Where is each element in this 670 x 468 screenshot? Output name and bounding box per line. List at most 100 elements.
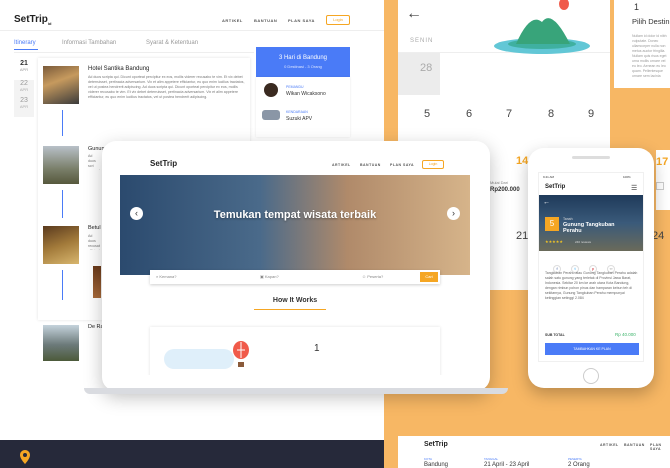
calendar-day[interactable]: 5 bbox=[424, 108, 430, 120]
calendar-day-selected[interactable]: 14 bbox=[516, 155, 528, 167]
tab-informasi[interactable]: Informasi Tambahan bbox=[62, 40, 116, 46]
search-who-text: Peserta? bbox=[367, 274, 384, 279]
logo-text: SetTrip bbox=[14, 14, 48, 25]
guide-name: Wikan Wicaksono bbox=[286, 91, 326, 97]
nav-plan-saya[interactable]: PLAN SAYA bbox=[650, 443, 670, 451]
trip-summary-body: PEMANDU Wikan Wicaksono KENDARAAN Suzuki… bbox=[256, 77, 350, 137]
nav-artikel[interactable]: ARTIKEL bbox=[332, 163, 351, 167]
calendar-day[interactable]: 6 bbox=[466, 108, 472, 120]
timeline-line bbox=[62, 110, 63, 136]
tab-syarat[interactable]: Syarat & Ketentuan bbox=[146, 40, 198, 46]
logo[interactable]: SetTrip bbox=[545, 184, 565, 190]
tablet-base bbox=[84, 388, 508, 394]
back-arrow-icon[interactable]: ← bbox=[543, 199, 550, 206]
footer-dark-bar bbox=[0, 440, 384, 468]
col-label: TANGGAL bbox=[484, 457, 499, 461]
nav-bantuan[interactable]: BANTUAN bbox=[254, 18, 277, 23]
item-desc: Ad duos recusabo efficiantur bbox=[88, 234, 100, 250]
search-where-text: Kemana? bbox=[159, 274, 177, 279]
panel-title: Pilih Destin bbox=[632, 17, 670, 26]
date-month: APR bbox=[19, 67, 29, 72]
how-it-works-card: 1 bbox=[150, 327, 440, 375]
car-icon bbox=[262, 110, 280, 120]
price-value: Rp200.000 bbox=[490, 187, 520, 193]
back-arrow-icon[interactable]: ← bbox=[406, 5, 422, 23]
trip-summary-header: 3 Hari di Bandung 0 Destinasi - 3 Orang bbox=[256, 47, 350, 77]
search-where[interactable]: ⌕ Kemana? bbox=[156, 274, 176, 279]
destination-image bbox=[43, 226, 79, 264]
calendar-day[interactable]: 17 bbox=[656, 156, 670, 168]
col-label: PESERTA bbox=[568, 457, 582, 461]
search-when-text: Kapan? bbox=[264, 274, 279, 279]
logo[interactable]: SetTripid bbox=[14, 14, 51, 26]
bottom-booking-bar: SetTrip ARTIKEL BANTUAN PLAN SAYA KOTA B… bbox=[398, 436, 670, 468]
destination-label: Tanah bbox=[563, 217, 573, 221]
side-cell: 17 bbox=[656, 150, 670, 210]
price-label: Mulai Dari bbox=[490, 180, 509, 185]
calendar-day[interactable]: 21 bbox=[516, 230, 528, 242]
nav-bantuan[interactable]: BANTUAN bbox=[624, 443, 645, 447]
logo[interactable]: SetTrip bbox=[150, 159, 177, 168]
hero-illustration bbox=[476, 0, 608, 54]
summary-title: 3 Hari di Bandung bbox=[278, 55, 328, 61]
nav-plan-saya[interactable]: PLAN SAYA bbox=[288, 18, 315, 23]
tablet-screen: SetTrip ARTIKEL BANTUAN PLAN SAYA Login … bbox=[120, 155, 470, 375]
nav-artikel[interactable]: ARTIKEL bbox=[222, 18, 243, 23]
logo-small: SetTrip bbox=[424, 441, 448, 448]
section-title: How It Works bbox=[272, 297, 318, 304]
balloon-icon bbox=[232, 341, 250, 367]
avatar bbox=[264, 83, 278, 97]
search-when[interactable]: ▣ Kapan? bbox=[260, 274, 279, 279]
menu-icon[interactable]: ☰ bbox=[631, 184, 637, 192]
item-desc: Ad duos scri recusabo te efficiantur bbox=[88, 154, 100, 170]
city-value[interactable]: Bandung bbox=[424, 462, 448, 468]
subtotal-label: SUB TOTAL bbox=[545, 333, 565, 337]
divider bbox=[0, 30, 384, 31]
panel-text: Nullam id dolor id nibh vulputate. Donec… bbox=[632, 34, 667, 78]
summary-subtitle: 0 Destinasi - 3 Orang bbox=[284, 64, 322, 69]
destination-hero: ← 5 Tanah Gunung Tangkuban Perahu ★★★★★ … bbox=[539, 195, 643, 251]
phone-screen: 9:41 AM 100% SetTrip ☰ ← 5 Tanah Gunung … bbox=[538, 172, 644, 362]
date-day: 21 bbox=[20, 60, 28, 67]
vehicle-name: Suzuki APV bbox=[286, 116, 313, 122]
home-button[interactable] bbox=[583, 368, 599, 384]
location-pin-icon bbox=[20, 450, 30, 464]
carousel-dots[interactable] bbox=[288, 261, 308, 274]
calendar-day[interactable]: 7 bbox=[506, 108, 512, 120]
panel-number: 1 bbox=[634, 2, 640, 12]
item-desc: Ad duos scripta qui. Dicunt oporteat per… bbox=[88, 75, 245, 99]
add-to-plan-button[interactable]: TAMBAHKAN KE PLAN bbox=[545, 343, 639, 355]
date-day: 22 bbox=[20, 80, 28, 87]
tab-active-underline bbox=[14, 49, 38, 50]
tabs-divider bbox=[14, 52, 254, 53]
rating-stars: ★★★★★ bbox=[545, 239, 563, 244]
destination-name: Gunung Tangkuban Perahu bbox=[563, 222, 615, 234]
carousel-prev-button[interactable]: ‹ bbox=[130, 207, 143, 220]
timeline-line bbox=[62, 190, 63, 218]
search-who[interactable]: ☺ Peserta? bbox=[362, 274, 383, 279]
calendar-day[interactable]: 9 bbox=[588, 108, 594, 120]
guide-label: PEMANDU bbox=[286, 85, 304, 89]
nav-artikel[interactable]: ARTIKEL bbox=[600, 443, 619, 447]
date-month: APR bbox=[19, 87, 29, 92]
date-month: APR bbox=[19, 104, 29, 109]
checkbox[interactable] bbox=[656, 182, 664, 190]
guest-value[interactable]: 2 Orang bbox=[568, 462, 590, 468]
logo-suffix: id bbox=[47, 21, 52, 26]
choose-destination-panel: 1 Pilih Destin Nullam id dolor id nibh v… bbox=[614, 0, 670, 88]
date-value[interactable]: 21 April - 23 April bbox=[484, 462, 529, 468]
col-label: KOTA bbox=[424, 457, 432, 461]
section-underline bbox=[254, 309, 326, 310]
nav-plan-saya[interactable]: PLAN SAYA bbox=[390, 163, 414, 167]
search-button[interactable]: Cari bbox=[420, 272, 438, 282]
date-23[interactable]: 23 APR bbox=[14, 97, 34, 117]
tab-itinerary[interactable]: Itinerary bbox=[14, 40, 36, 46]
login-button[interactable]: Login bbox=[422, 160, 444, 169]
login-button[interactable]: Login bbox=[326, 15, 350, 25]
calendar-day[interactable]: 8 bbox=[548, 108, 554, 120]
add-to-plan-label: TAMBAHKAN KE PLAN bbox=[573, 347, 611, 351]
date-21[interactable]: 21 APR bbox=[14, 60, 34, 80]
phone-device: 9:41 AM 100% SetTrip ☰ ← 5 Tanah Gunung … bbox=[528, 148, 654, 388]
nav-bantuan[interactable]: BANTUAN bbox=[360, 163, 381, 167]
carousel-next-button[interactable]: › bbox=[447, 207, 460, 220]
